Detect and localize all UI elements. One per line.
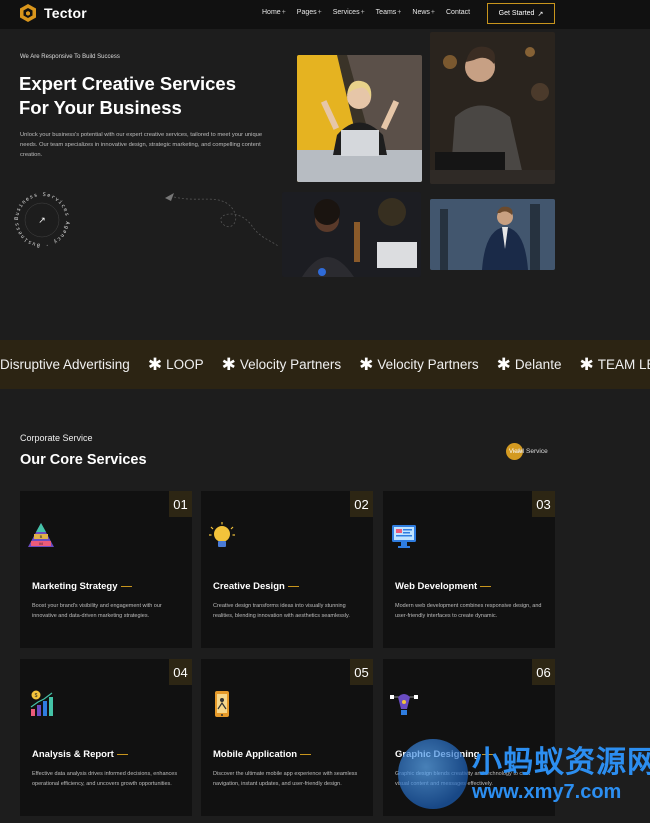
- card-description: Modern web development combines responsi…: [395, 603, 542, 619]
- view-all-services-button[interactable]: View All Service: [506, 443, 548, 460]
- card-description: Boost your brand's visibility and engage…: [32, 603, 162, 619]
- hero-description: Unlock your business's potential with ou…: [20, 132, 263, 158]
- svg-text:$: $: [35, 693, 38, 699]
- card-number: 06: [532, 659, 555, 685]
- ticker-item: ✱ LOOP: [147, 354, 204, 374]
- svg-text:M: M: [39, 541, 42, 546]
- ticker-item: ✱ Velocity Partners: [221, 354, 342, 374]
- section-title: Our Core Services: [20, 452, 147, 468]
- brand-logo[interactable]: Tector: [18, 3, 87, 23]
- asterisk-icon: ✱: [147, 354, 163, 374]
- svg-text:B: B: [40, 534, 43, 539]
- service-card-analysis-report[interactable]: 04 $ Analysis & Report Effective data an…: [20, 659, 192, 816]
- partner-ticker: Disruptive Advertising ✱ LOOP ✱ Velocity P…: [0, 340, 650, 389]
- lightbulb-icon: [209, 522, 235, 547]
- ant-logo-icon: [398, 739, 468, 809]
- hero-title: Expert Creative Services For Your Busine…: [19, 73, 236, 118]
- card-description: Creative design transforms ideas into vi…: [213, 603, 350, 619]
- card-number: 01: [169, 491, 192, 517]
- photo-woman-laptop: [297, 55, 422, 182]
- mobile-app-icon: [215, 691, 229, 717]
- card-number: 05: [350, 659, 373, 685]
- top-navbar: Tector Home+ Pages+ Services+ Teams+ New…: [0, 0, 650, 29]
- menu-item-teams[interactable]: Teams+: [376, 9, 402, 16]
- cube-logo-icon: [20, 4, 36, 22]
- menu-item-contact[interactable]: Contact: [446, 9, 470, 16]
- photo-woman-at-desk: [282, 192, 421, 277]
- menu-item-home[interactable]: Home+: [262, 9, 286, 16]
- ticker-item: ✱ Velocity Partners: [359, 354, 479, 374]
- get-started-button[interactable]: Get Started ↗: [487, 3, 555, 24]
- section-eyebrow: Corporate Service: [20, 433, 93, 443]
- ticker-item: ✱ Delante: [496, 354, 562, 374]
- card-title: Marketing Strategy: [32, 581, 132, 592]
- paper-plane-decoration: [165, 193, 279, 247]
- menu-item-pages[interactable]: Pages+: [297, 9, 322, 16]
- arrow-up-right-icon: ↗: [38, 215, 46, 225]
- asterisk-icon: ✱: [579, 354, 594, 374]
- site-watermark: 小蚂蚁资源网 www.xmy7.com: [398, 737, 650, 817]
- ticker-item: ✱TEAM LEWIS: [579, 354, 650, 374]
- card-title: Analysis & Report: [32, 749, 128, 760]
- hero-eyebrow: We Are Responsive To Build Success: [20, 54, 120, 60]
- main-menu: Home+ Pages+ Services+ Teams+ News+ Cont…: [262, 9, 470, 16]
- card-number: 03: [532, 491, 555, 517]
- brand-name: Tector: [44, 5, 87, 21]
- pen-tool-icon: [390, 694, 418, 715]
- card-title: Mobile Application: [213, 749, 312, 760]
- asterisk-icon: ✱: [359, 354, 374, 374]
- menu-item-news[interactable]: News+: [412, 9, 435, 16]
- service-card-creative-design[interactable]: 02 Creative Design Creative design trans…: [201, 491, 373, 648]
- menu-item-services[interactable]: Services+: [333, 9, 365, 16]
- card-title: Creative Design: [213, 581, 299, 592]
- service-card-web-development[interactable]: 03 Web Development Modern web developmen…: [383, 491, 555, 648]
- growth-chart-icon: $: [30, 690, 53, 716]
- rotating-text-badge[interactable]: Business Services Agency · Business Tool…: [10, 186, 72, 250]
- ticker-item: Disruptive Advertising: [0, 357, 130, 372]
- card-title: Web Development: [395, 581, 492, 592]
- card-number: 04: [169, 659, 192, 685]
- asterisk-icon: ✱: [221, 354, 236, 374]
- card-number: 02: [350, 491, 373, 517]
- asterisk-icon: ✱: [496, 354, 511, 374]
- pyramid-chart-icon: B M: [28, 523, 54, 547]
- photo-man-in-suit: [430, 199, 555, 270]
- arrow-up-right-icon: ↗: [537, 10, 544, 18]
- card-description: Effective data analysis drives informed …: [32, 771, 178, 787]
- photo-man-with-laptop: [430, 32, 555, 184]
- monitor-code-icon: [392, 525, 416, 548]
- service-card-marketing-strategy[interactable]: 01 B M Marketing Strategy Boost your bra…: [20, 491, 192, 648]
- card-description: Discover the ultimate mobile app experie…: [213, 771, 358, 787]
- service-card-mobile-application[interactable]: 05 Mobile Application Discover the ultim…: [201, 659, 373, 816]
